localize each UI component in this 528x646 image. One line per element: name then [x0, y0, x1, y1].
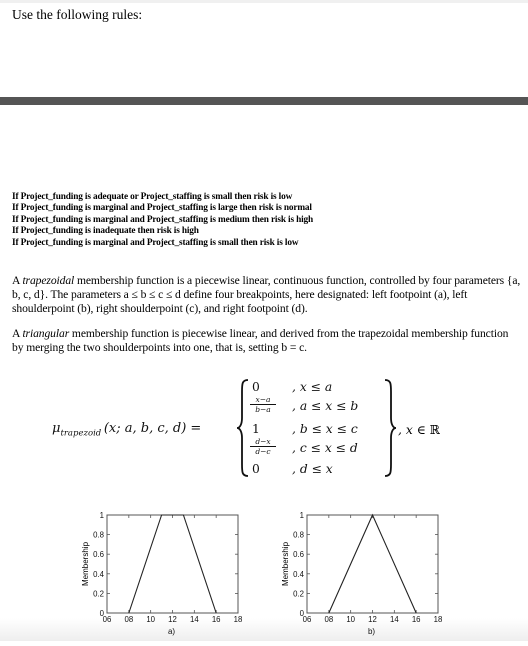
chart-trapezoid: 06 08 10 12 14 16 18 0 0.2 0.4 0.6 0.8 1 Membership a)	[76, 505, 266, 646]
y-tick-label: 0.8	[293, 531, 304, 540]
chart-triangle: 06 08 10 12 14 16 18 0 0.2 0.4 0.6 0.8 1 Membership b)	[276, 505, 466, 646]
y-axis-label: Membership	[81, 541, 90, 586]
case-condition: , b ≤ x ≤ c	[292, 422, 358, 436]
fraction-denominator: d−c	[255, 447, 271, 456]
paragraph-prefix: A	[12, 327, 23, 340]
fraction-numerator: x−a	[250, 395, 276, 405]
x-tick-label: 08	[324, 615, 333, 624]
y-tick-label: 0.6	[293, 550, 304, 559]
x-tick-label: 18	[434, 615, 443, 624]
case-condition: , c ≤ x ≤ d	[292, 441, 358, 455]
left-brace	[236, 379, 249, 477]
x-tick-label: 14	[390, 615, 399, 624]
term-trapezoidal: trapezoidal	[22, 274, 75, 287]
term-triangular: triangular	[22, 327, 70, 340]
formula-lhs: μtrapezoid (x; a, b, c, d) =	[52, 421, 201, 439]
formula-args: (x; a, b, c, d) =	[103, 421, 202, 436]
chart-triangle-svg: 06 08 10 12 14 16 1800.20.40.60.81Membershipb)	[281, 511, 443, 636]
fraction-numerator: d−x	[250, 437, 276, 447]
plot-frame	[306, 514, 439, 614]
y-tick-label: 0.8	[93, 531, 104, 540]
horizontal-divider	[0, 97, 528, 105]
y-tick-label: 0.6	[93, 550, 104, 559]
mu-subscript: trapezoid	[60, 428, 102, 439]
y-axis-label: Membership	[281, 541, 290, 586]
x-tick-label: 16	[212, 615, 221, 624]
case-value: 0	[252, 462, 260, 476]
rule-line: If Project_funding is inadequate then ri…	[12, 226, 199, 237]
trapezoidal-paragraph: A trapezoidal membership function is a p…	[12, 274, 522, 316]
y-tick-label: 0.2	[93, 589, 104, 598]
paragraph-text: membership function is a piecewise linea…	[12, 274, 521, 315]
paragraph-prefix: A	[12, 274, 23, 287]
x-tick-label: 12	[168, 615, 177, 624]
case-condition: , x ≤ a	[292, 380, 333, 394]
fraction-denominator: b−a	[255, 405, 271, 414]
plot-frame	[106, 514, 239, 614]
case-condition: , a ≤ x ≤ b	[292, 399, 359, 413]
rule-line: If Project_funding is marginal and Proje…	[12, 203, 312, 214]
formula-domain: , x ∈ ℝ	[398, 423, 440, 437]
y-tick-label: 1	[100, 511, 104, 520]
x-tick-label: 10	[346, 615, 355, 624]
domain-prefix: , x ∈	[398, 423, 430, 437]
case-value: 0	[252, 380, 260, 394]
chart-caption: b)	[368, 627, 375, 636]
triangular-paragraph: A triangular membership function is piec…	[12, 327, 522, 355]
chart-trapezoid-svg: 06 08 10 12 14 16 1800.20.40.60.81Membershipa)	[81, 511, 243, 636]
y-tick-label: 1	[300, 511, 304, 520]
rule-line: If Project_funding is marginal and Proje…	[12, 237, 299, 248]
case-fraction: x−a b−a	[250, 395, 276, 414]
rule-line: If Project_funding is adequate or Projec…	[12, 192, 293, 202]
page-title: Use the following rules:	[12, 7, 143, 22]
x-tick-label: 16	[412, 615, 421, 624]
rules-list: If Project_funding is adequate or Projec…	[12, 192, 313, 249]
paragraph-text: membership function is piecewise linear,…	[12, 327, 509, 354]
rule-line: If Project_funding is marginal and Proje…	[12, 214, 314, 225]
case-value: 1	[252, 422, 260, 436]
y-tick-label: 0	[300, 609, 305, 618]
x-tick-label: 10	[146, 615, 155, 624]
chart-caption: a)	[168, 627, 175, 636]
y-tick-label: 0.4	[293, 570, 305, 579]
case-condition: , d ≤ x	[292, 462, 333, 476]
case-fraction: d−x d−c	[250, 437, 276, 456]
x-tick-label: 14	[190, 615, 199, 624]
right-brace	[384, 379, 397, 477]
top-band	[0, 0, 528, 3]
real-numbers-symbol: ℝ	[429, 423, 440, 437]
x-tick-label: 08	[124, 615, 133, 624]
y-tick-label: 0	[100, 609, 105, 618]
x-tick-label: 18	[234, 615, 243, 624]
y-tick-label: 0.4	[93, 570, 105, 579]
y-tick-label: 0.2	[293, 589, 304, 598]
x-tick-label: 12	[368, 615, 377, 624]
